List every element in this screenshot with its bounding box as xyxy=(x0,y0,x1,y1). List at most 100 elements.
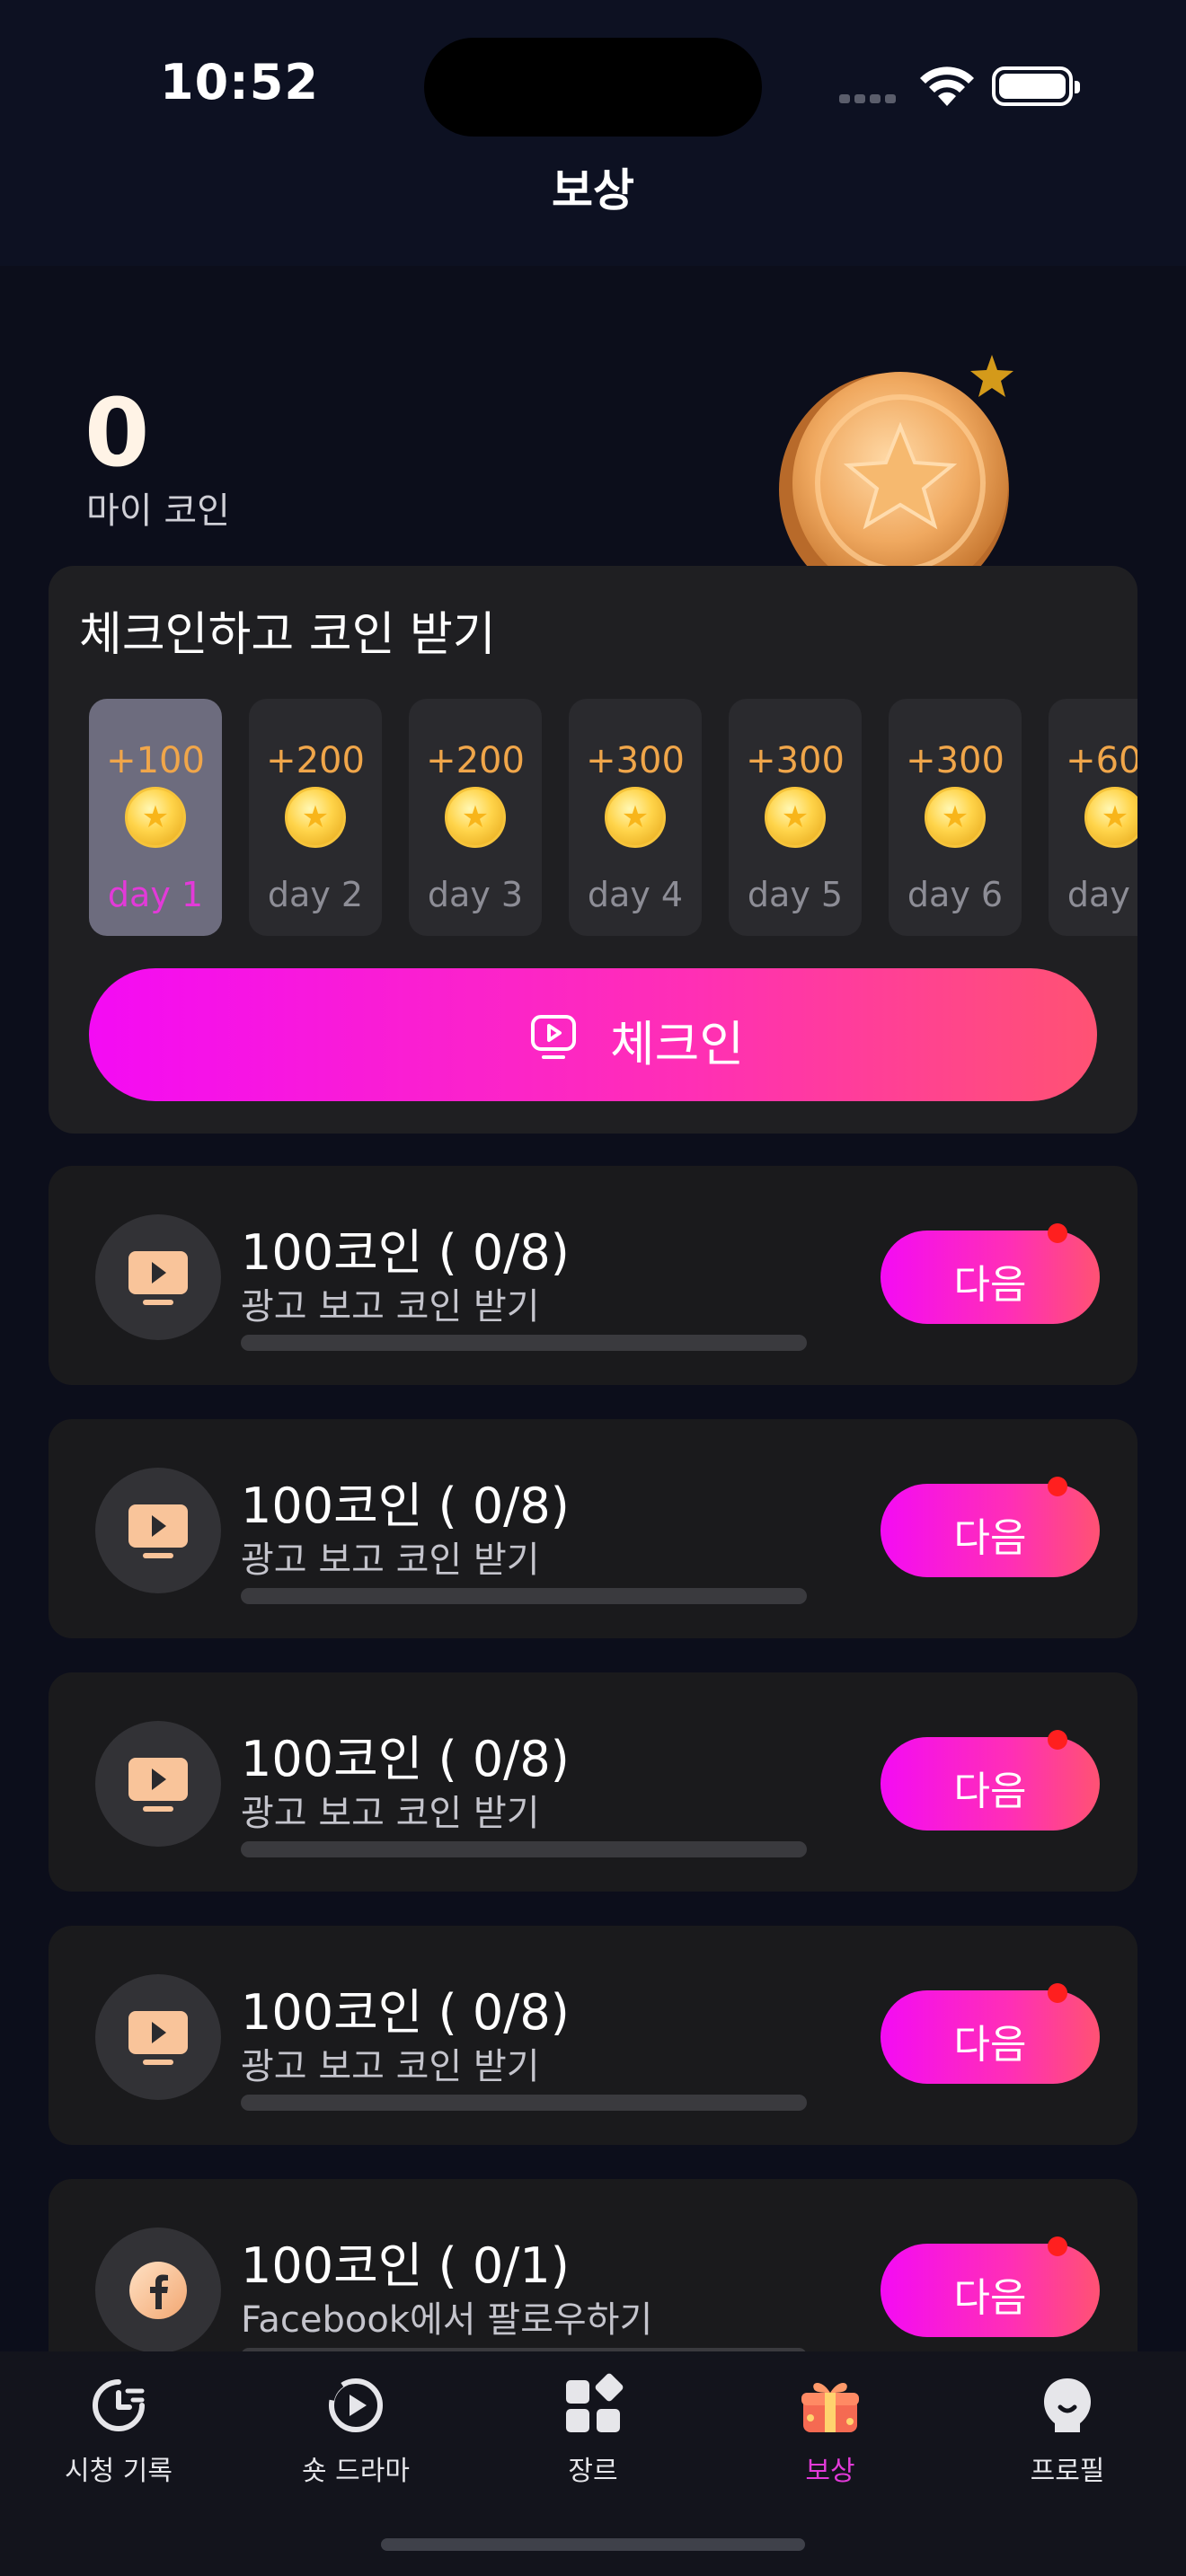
tab-rewards[interactable]: 보상 xyxy=(712,2351,949,2495)
coin-icon: ★ xyxy=(285,787,346,848)
checkin-day-3[interactable]: +200 ★ day 3 xyxy=(409,699,542,936)
tab-label: 보상 xyxy=(805,2456,855,2487)
task-subtitle: 광고 보고 코인 받기 xyxy=(241,1539,540,1581)
coin-icon: ★ xyxy=(445,787,506,848)
task-progress-bar xyxy=(241,1335,807,1351)
notification-dot xyxy=(1048,1983,1067,2003)
checkin-day-7[interactable]: +600 ★ day 7 xyxy=(1049,699,1137,936)
task-next-button-label: 다음 xyxy=(953,1769,1027,1814)
task-next-button-label: 다음 xyxy=(953,1262,1027,1308)
task-title: 100코인 ( 0/8) xyxy=(241,1984,570,2041)
coin-balance: 0 xyxy=(84,378,150,488)
day-label: day 3 xyxy=(427,875,524,914)
coin-icon: ★ xyxy=(605,787,666,848)
task-icon xyxy=(95,1721,221,1847)
tab-label: 시청 기록 xyxy=(65,2456,173,2487)
task-next-button[interactable]: 다음 xyxy=(881,1484,1100,1577)
day-label: day 1 xyxy=(107,875,204,914)
tv-play-icon xyxy=(128,1504,188,1558)
tab-profile[interactable]: 프로필 xyxy=(949,2351,1186,2495)
day-label: day 7 xyxy=(1067,875,1137,914)
task-title: 100코인 ( 0/8) xyxy=(241,1731,570,1787)
checkin-day-5[interactable]: +300 ★ day 5 xyxy=(729,699,862,936)
checkin-card: 체크인하고 코인 받기 +100 ★ day 1 +200 ★ day 2 +2… xyxy=(49,566,1137,1134)
home-indicator xyxy=(381,2538,805,2551)
coin-balance-label: 마이 코인 xyxy=(86,490,230,532)
task-card: 100코인 ( 0/8) 광고 보고 코인 받기 다음 xyxy=(49,1926,1137,2145)
day-reward: +600 xyxy=(1066,740,1137,781)
task-icon xyxy=(95,1468,221,1593)
status-time: 10:52 xyxy=(160,54,319,110)
wifi-icon xyxy=(920,66,974,106)
task-icon xyxy=(95,2228,221,2353)
day-reward: +200 xyxy=(266,740,365,781)
task-card: 100코인 ( 0/8) 광고 보고 코인 받기 다음 xyxy=(49,1419,1137,1638)
coin-icon: ★ xyxy=(125,787,186,848)
checkin-button-label: 체크인 xyxy=(610,1016,745,1072)
history-icon xyxy=(93,2379,145,2431)
task-subtitle: 광고 보고 코인 받기 xyxy=(241,1286,540,1328)
checkin-days-strip[interactable]: +100 ★ day 1 +200 ★ day 2 +200 ★ day 3 +… xyxy=(89,699,1137,936)
checkin-title: 체크인하고 코인 받기 xyxy=(79,608,496,662)
task-next-button[interactable]: 다음 xyxy=(881,2244,1100,2337)
star-coin-illustration xyxy=(779,355,1013,575)
play-circle-icon xyxy=(327,2378,383,2432)
notification-dot xyxy=(1048,2236,1067,2256)
tab-label: 프로필 xyxy=(1030,2456,1105,2487)
coin-icon: ★ xyxy=(925,787,986,848)
task-icon xyxy=(95,1974,221,2100)
grid-icon xyxy=(566,2373,624,2432)
day-reward: +200 xyxy=(426,740,525,781)
task-progress-bar xyxy=(241,2095,807,2111)
task-title: 100코인 ( 0/1) xyxy=(241,2237,570,2294)
day-reward: +300 xyxy=(906,740,1005,781)
task-next-button-label: 다음 xyxy=(953,2022,1027,2068)
checkin-day-2[interactable]: +200 ★ day 2 xyxy=(249,699,382,936)
tab-label: 장르 xyxy=(568,2456,618,2487)
task-next-button-label: 다음 xyxy=(953,2275,1027,2321)
task-next-button[interactable]: 다음 xyxy=(881,1737,1100,1831)
notification-dot xyxy=(1048,1223,1067,1243)
tab-short-drama[interactable]: 숏 드라마 xyxy=(237,2351,474,2495)
tv-play-icon xyxy=(128,1758,188,1812)
dynamic-island xyxy=(424,38,762,137)
task-next-button[interactable]: 다음 xyxy=(881,1231,1100,1324)
checkin-day-1[interactable]: +100 ★ day 1 xyxy=(89,699,222,936)
tab-label: 숏 드라마 xyxy=(302,2456,410,2487)
task-subtitle: 광고 보고 코인 받기 xyxy=(241,1793,540,1834)
day-label: day 5 xyxy=(747,875,844,914)
coin-icon: ★ xyxy=(1084,787,1137,848)
tab-history[interactable]: 시청 기록 xyxy=(0,2351,237,2495)
task-subtitle: 광고 보고 코인 받기 xyxy=(241,2046,540,2087)
task-progress-bar xyxy=(241,1841,807,1857)
page-title: 보상 xyxy=(552,164,634,216)
profile-icon xyxy=(1044,2378,1091,2432)
day-reward: +100 xyxy=(106,740,205,781)
task-title: 100코인 ( 0/8) xyxy=(241,1224,570,1281)
tab-genre[interactable]: 장르 xyxy=(474,2351,712,2495)
video-play-icon xyxy=(531,1015,576,1059)
day-label: day 6 xyxy=(907,875,1004,914)
cellular-signal-icon xyxy=(839,90,902,103)
task-card: 100코인 ( 0/8) 광고 보고 코인 받기 다음 xyxy=(49,1166,1137,1385)
task-icon xyxy=(95,1214,221,1340)
day-label: day 2 xyxy=(267,875,364,914)
task-card: 100코인 ( 0/8) 광고 보고 코인 받기 다음 xyxy=(49,1672,1137,1892)
checkin-day-6[interactable]: +300 ★ day 6 xyxy=(889,699,1022,936)
day-reward: +300 xyxy=(586,740,685,781)
checkin-button[interactable]: 체크인 xyxy=(89,968,1097,1101)
tv-play-icon xyxy=(128,2011,188,2065)
checkin-day-4[interactable]: +300 ★ day 4 xyxy=(569,699,702,936)
notification-dot xyxy=(1048,1477,1067,1496)
task-title: 100코인 ( 0/8) xyxy=(241,1478,570,1534)
coin-icon: ★ xyxy=(765,787,826,848)
battery-icon xyxy=(992,66,1080,106)
task-next-button[interactable]: 다음 xyxy=(881,1990,1100,2084)
status-bar: 10:52 xyxy=(0,0,1186,153)
day-reward: +300 xyxy=(746,740,845,781)
tv-play-icon xyxy=(128,1251,188,1305)
day-label: day 4 xyxy=(587,875,684,914)
task-subtitle: Facebook에서 팔로우하기 xyxy=(241,2299,653,2341)
task-next-button-label: 다음 xyxy=(953,1515,1027,1561)
facebook-icon xyxy=(129,2262,187,2319)
